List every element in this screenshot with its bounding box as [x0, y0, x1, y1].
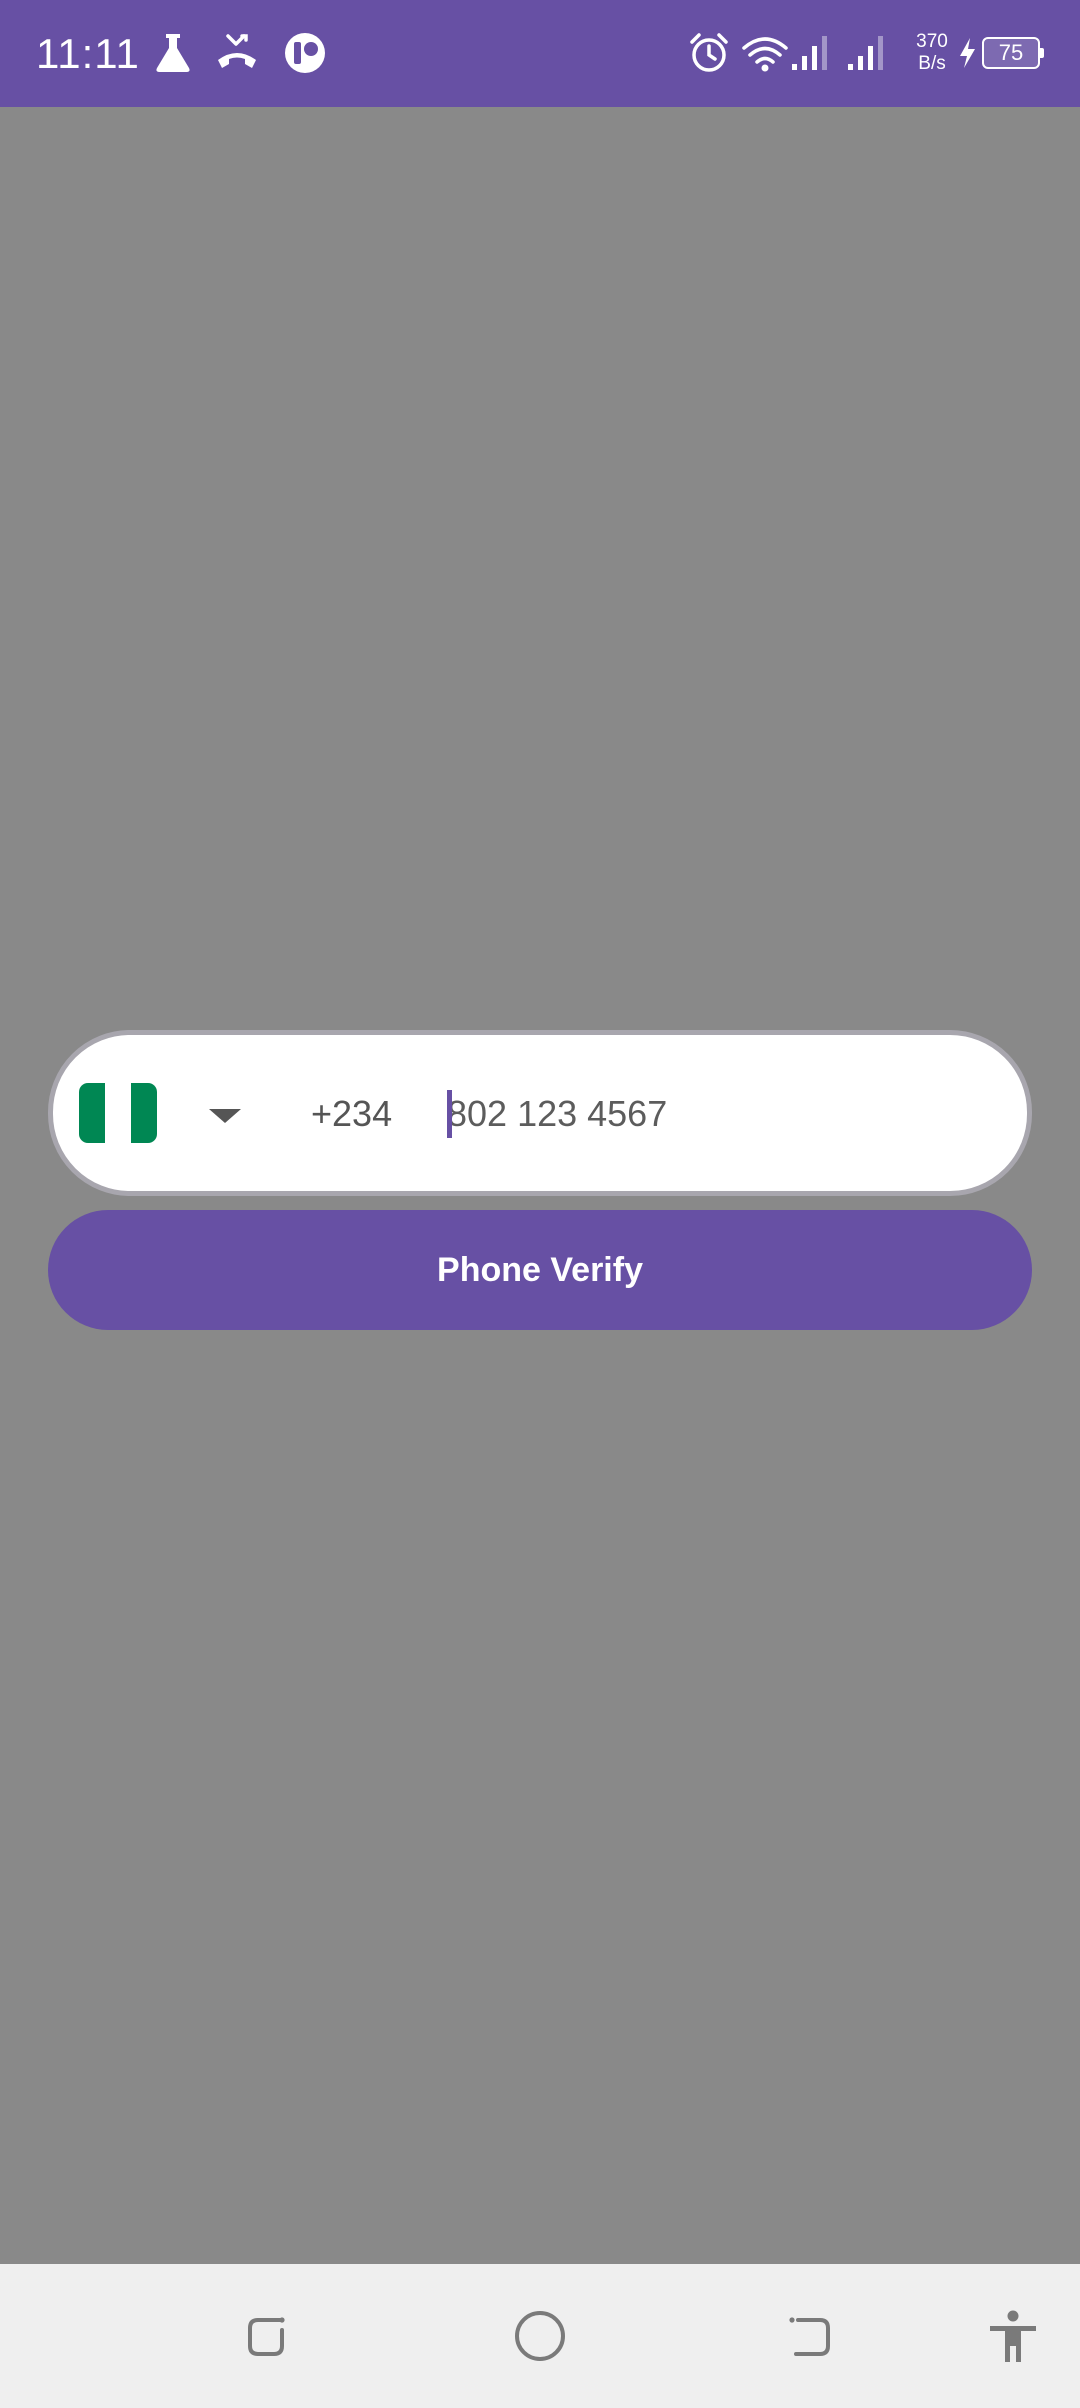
navigation-bar	[0, 2264, 1080, 2408]
alarm-icon	[690, 33, 728, 72]
country-dial-code: +234	[311, 1093, 393, 1134]
home-icon[interactable]	[510, 2306, 570, 2366]
nigeria-flag-icon[interactable]	[79, 1083, 157, 1143]
back-icon[interactable]	[780, 2308, 838, 2366]
charging-icon	[960, 38, 975, 68]
phone-input-card: +234	[48, 1030, 1032, 1196]
missed-call-icon	[218, 34, 256, 68]
battery-icon: 75	[982, 37, 1044, 69]
signal-icon	[792, 36, 827, 70]
text-cursor	[447, 1090, 452, 1138]
wifi-icon	[742, 37, 788, 72]
phone-verify-button[interactable]: Phone Verify	[48, 1210, 1032, 1330]
chevron-down-icon[interactable]	[209, 1109, 241, 1123]
recents-icon[interactable]	[240, 2308, 298, 2366]
app-notification-icon	[285, 33, 325, 73]
phone-number-input[interactable]	[447, 1085, 1007, 1143]
status-bar: 11:11 370 B/s 75	[0, 0, 1080, 107]
signal-icon	[848, 36, 883, 70]
accessibility-icon[interactable]	[984, 2308, 1042, 2366]
status-time: 11:11	[36, 30, 140, 77]
flask-icon	[156, 34, 190, 72]
